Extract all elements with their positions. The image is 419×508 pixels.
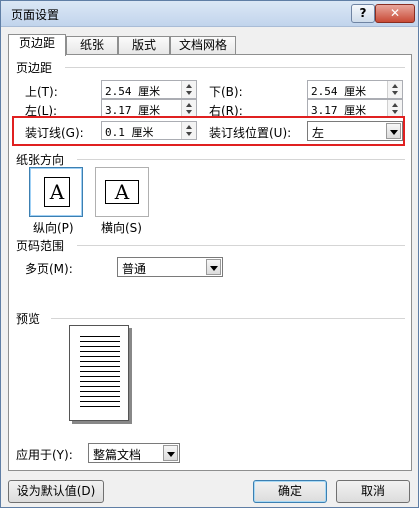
multiple-pages-label: 多页(M):	[25, 262, 73, 276]
tab-layout[interactable]: 版式	[118, 36, 170, 55]
multiple-pages-value: 普通	[122, 262, 147, 276]
tab-margins[interactable]: 页边距	[8, 34, 66, 56]
page-setup-dialog: 页面设置 ? ✕ 页边距 纸张 版式 文档网格 页边距 上(T): 2.54 厘…	[0, 0, 419, 508]
tab-paper[interactable]: 纸张	[66, 36, 118, 55]
top-margin-spinner[interactable]: 2.54 厘米	[101, 80, 197, 99]
apply-to-value: 整篇文档	[93, 448, 142, 462]
apply-to-label: 应用于(Y):	[16, 448, 73, 462]
spin-arrows-icon[interactable]	[387, 100, 402, 117]
title-bar: 页面设置 ? ✕	[1, 1, 418, 27]
set-default-button[interactable]: 设为默认值(D)	[8, 480, 104, 503]
chevron-down-icon[interactable]	[163, 445, 178, 461]
close-button[interactable]: ✕	[375, 4, 415, 23]
spin-arrows-icon[interactable]	[387, 81, 402, 98]
top-margin-value: 2.54 厘米	[105, 85, 161, 98]
margins-section-title: 页边距	[16, 61, 53, 75]
apply-to-select[interactable]: 整篇文档	[88, 443, 180, 463]
divider	[77, 159, 405, 160]
landscape-page-icon: A	[105, 180, 139, 204]
pages-section-title: 页码范围	[16, 239, 65, 253]
bottom-margin-value: 2.54 厘米	[311, 85, 367, 98]
spin-arrows-icon[interactable]	[181, 100, 196, 117]
preview-section-title: 预览	[16, 312, 41, 326]
highlight-box	[12, 116, 405, 146]
page-preview	[69, 325, 129, 421]
tab-doc-grid[interactable]: 文档网格	[170, 36, 236, 55]
help-button[interactable]: ?	[351, 4, 375, 23]
top-margin-label: 上(T):	[25, 85, 58, 99]
window-title: 页面设置	[11, 8, 60, 22]
chevron-down-icon[interactable]	[206, 259, 221, 275]
spin-arrows-icon[interactable]	[181, 81, 196, 98]
cancel-button[interactable]: 取消	[336, 480, 410, 503]
divider	[77, 245, 405, 246]
divider	[51, 318, 405, 319]
portrait-page-icon: A	[44, 177, 70, 207]
multiple-pages-select[interactable]: 普通	[117, 257, 223, 277]
landscape-label[interactable]: 横向(S)	[101, 219, 142, 236]
landscape-option[interactable]: A	[95, 167, 149, 217]
divider	[65, 67, 405, 68]
portrait-option[interactable]: A	[29, 167, 83, 217]
ok-button[interactable]: 确定	[253, 480, 327, 503]
portrait-label[interactable]: 纵向(P)	[33, 219, 74, 236]
bottom-margin-spinner[interactable]: 2.54 厘米	[307, 80, 403, 99]
bottom-margin-label: 下(B):	[209, 85, 243, 99]
orientation-section-title: 纸张方向	[16, 153, 65, 167]
